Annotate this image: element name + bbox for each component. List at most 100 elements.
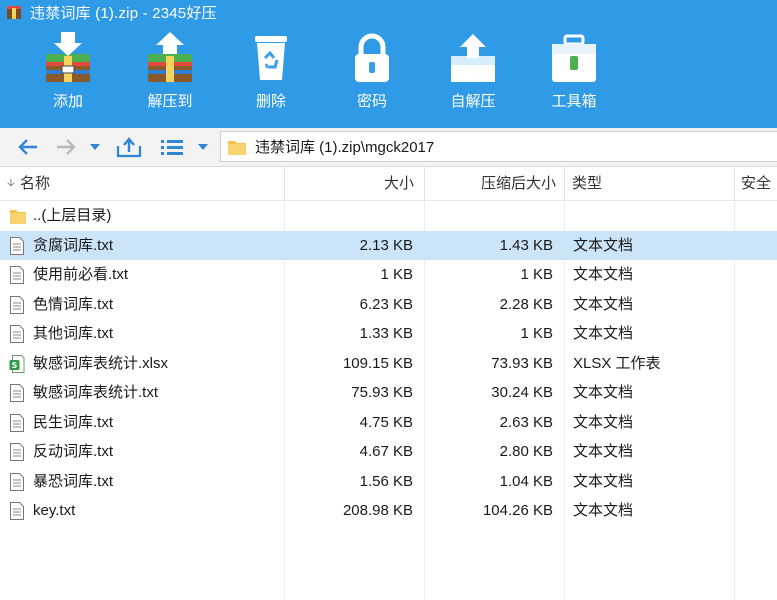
app-window: 违禁词库 (1).zip - 2345好压 添加 解压到 删除 密码 自解压 工… (0, 0, 777, 600)
file-name: 民生词库.txt (33, 413, 114, 431)
file-row[interactable]: S 敏感词库表统计.xlsx 109.15 KB 73.93 KB XLSX 工作表 (0, 349, 777, 378)
file-name: 反动词库.txt (33, 443, 114, 460)
toolbox-icon (552, 34, 596, 82)
file-name: 贪腐词库.txt (33, 236, 114, 254)
file-row[interactable]: 其他词库.txt 1.33 KB 1 KB 文本文档 (0, 319, 777, 348)
file-list: ..(上层目录) 贪腐词库.txt 2.13 KB 1.43 KB 文本文档 使用前必看.… (0, 201, 777, 600)
column-header-security[interactable]: 安全 (735, 167, 777, 200)
file-type: 文本文档 (573, 502, 634, 519)
file-row[interactable]: 贪腐词库.txt 2.13 KB 1.43 KB 文本文档 (0, 230, 777, 260)
add-archive-icon (46, 32, 90, 82)
file-row[interactable]: 敏感词库表统计.txt 75.93 KB 30.24 KB 文本文档 (0, 378, 777, 407)
list-view-icon (161, 140, 183, 155)
address-bar[interactable]: 违禁词库 (1).zip\mgck2017 (220, 131, 777, 162)
file-name: 色情词库.txt (33, 295, 114, 313)
history-dropdown[interactable] (86, 134, 104, 160)
chevron-down-icon (90, 144, 100, 150)
text-file-icon (9, 324, 27, 344)
file-row[interactable]: 反动词库.txt 4.67 KB 2.80 KB 文本文档 (0, 437, 777, 466)
toolbox-button[interactable]: 工具箱 (524, 28, 624, 124)
self-extract-icon (451, 34, 495, 82)
file-size (285, 201, 413, 230)
file-row[interactable]: key.txt 208.98 KB 104.26 KB 文本文档 (0, 496, 777, 525)
column-header-size[interactable]: 大小 (285, 167, 425, 200)
lock-icon (355, 33, 389, 82)
column-header-name-label: 名称 (20, 175, 51, 192)
file-compressed-size: 1 KB (520, 266, 553, 283)
file-name: key.txt (33, 502, 76, 519)
file-size: 208.98 KB (342, 502, 413, 519)
text-file-icon (9, 295, 27, 315)
file-compressed-size: 1.04 KB (499, 472, 553, 490)
back-button[interactable] (14, 134, 42, 160)
folder-icon (228, 140, 246, 155)
file-name: ..(上层目录) (33, 207, 112, 224)
file-compressed-size: 1.43 KB (499, 236, 553, 254)
file-compressed-size: 2.80 KB (499, 443, 553, 460)
file-type: 文本文档 (573, 325, 634, 342)
file-size: 4.75 KB (359, 413, 413, 431)
file-size: 1.56 KB (359, 472, 413, 490)
delete-button[interactable]: 删除 (221, 28, 321, 124)
file-compressed-size: 30.24 KB (491, 384, 553, 401)
spreadsheet-file-icon: S (9, 354, 27, 374)
add-button[interactable]: 添加 (18, 28, 118, 124)
self-extract-label: 自解压 (450, 93, 496, 110)
extract-to-button[interactable]: 解压到 (120, 28, 220, 124)
forward-button[interactable] (52, 134, 80, 160)
file-name: 敏感词库表统计.xlsx (33, 354, 169, 372)
extract-to-label: 解压到 (147, 93, 193, 110)
file-compressed-size: 73.93 KB (491, 354, 553, 372)
file-row[interactable]: 暴恐词库.txt 1.56 KB 1.04 KB 文本文档 (0, 467, 777, 496)
file-compressed-size: 104.26 KB (482, 502, 553, 519)
file-row[interactable]: 色情词库.txt 6.23 KB 2.28 KB 文本文档 (0, 290, 777, 319)
file-row[interactable]: ..(上层目录) (0, 201, 777, 230)
password-label: 密码 (356, 93, 387, 110)
text-file-icon (9, 442, 27, 462)
text-file-icon (9, 472, 27, 492)
forward-arrow-icon (57, 139, 76, 155)
file-compressed-size: 2.63 KB (499, 413, 553, 431)
file-type: 文本文档 (573, 384, 634, 401)
file-row[interactable]: 使用前必看.txt 1 KB 1 KB 文本文档 (0, 260, 777, 289)
up-folder-button[interactable] (114, 134, 144, 160)
toolbox-label: 工具箱 (551, 93, 597, 110)
text-file-icon (9, 236, 27, 256)
address-path: 违禁词库 (1).zip\mgck2017 (255, 139, 435, 156)
view-mode-button[interactable] (158, 134, 186, 160)
delete-label: 删除 (255, 93, 286, 110)
view-mode-dropdown[interactable] (194, 134, 212, 160)
window-title: 违禁词库 (1).zip - 2345好压 (30, 4, 217, 22)
column-header-name[interactable]: 🡣 名称 (0, 167, 285, 200)
file-type: 文本文档 (573, 236, 634, 254)
file-size: 1 KB (380, 266, 413, 283)
svg-text:S: S (12, 361, 18, 370)
back-arrow-icon (18, 139, 37, 155)
self-extract-button[interactable]: 自解压 (423, 28, 523, 124)
file-type: XLSX 工作表 (573, 354, 661, 372)
ribbon: 违禁词库 (1).zip - 2345好压 添加 解压到 删除 密码 自解压 工… (0, 0, 777, 128)
file-name: 暴恐词库.txt (33, 472, 114, 490)
file-size: 4.67 KB (359, 443, 413, 460)
file-name: 其他词库.txt (33, 325, 114, 342)
column-header-type-label: 类型 (572, 175, 603, 192)
app-logo-icon (6, 5, 22, 19)
file-type: 文本文档 (573, 472, 634, 490)
text-file-icon (9, 413, 27, 433)
file-size: 109.15 KB (342, 354, 413, 372)
file-compressed-size: 1 KB (520, 325, 553, 342)
chevron-down-icon (198, 144, 208, 150)
file-row[interactable]: 民生词库.txt 4.75 KB 2.63 KB 文本文档 (0, 408, 777, 437)
file-name: 敏感词库表统计.txt (33, 384, 159, 401)
password-button[interactable]: 密码 (322, 28, 422, 124)
text-file-icon (9, 383, 27, 403)
up-level-icon (116, 137, 142, 158)
file-list-header: 🡣 名称 大小 压缩后大小 类型 安全 (0, 167, 777, 201)
file-type: 文本文档 (573, 266, 634, 283)
file-compressed-size: 2.28 KB (499, 295, 553, 313)
column-header-compressed-size[interactable]: 压缩后大小 (425, 167, 565, 200)
column-header-type[interactable]: 类型 (565, 167, 735, 200)
sort-arrow-icon: 🡣 (7, 177, 15, 189)
column-header-size-label: 大小 (383, 175, 414, 192)
title-bar: 违禁词库 (1).zip - 2345好压 (0, 0, 777, 24)
